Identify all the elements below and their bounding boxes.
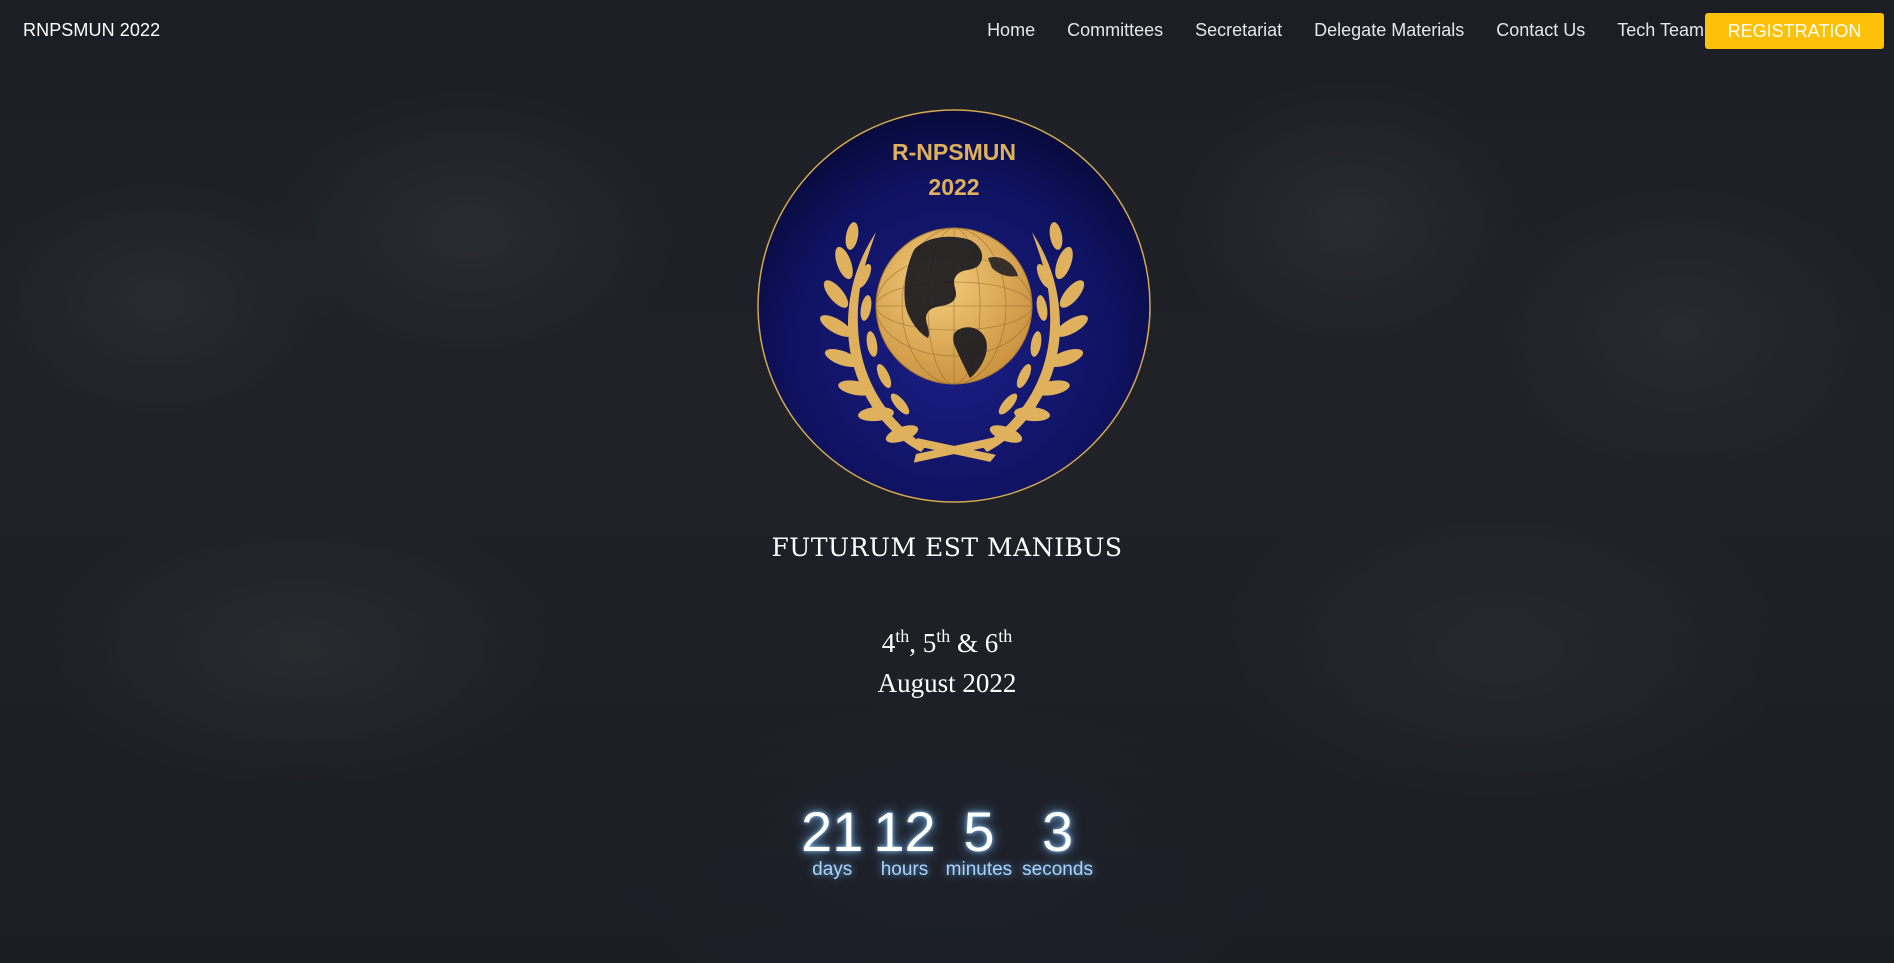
date-days: 4th, 5th & 6th (0, 623, 1894, 663)
nav-home[interactable]: Home (987, 20, 1035, 41)
countdown-timer: 21 days 12 hours 5 minutes 3 seconds (0, 802, 1894, 880)
countdown-minutes-value: 5 (963, 800, 995, 863)
conference-logo: R-NPSMUN 2022 (756, 108, 1152, 504)
countdown-hours: 12 hours (873, 802, 935, 880)
countdown-seconds: 3 seconds (1022, 802, 1093, 880)
motto-text: FUTURUM EST MANIBUS (771, 533, 1123, 562)
date-suffix-1: th (895, 626, 910, 646)
countdown-minutes-label: minutes (945, 859, 1013, 880)
nav-tech-team[interactable]: Tech Team (1617, 20, 1704, 41)
date-month-year: August 2022 (877, 668, 1017, 698)
nav-contact-us[interactable]: Contact Us (1496, 20, 1585, 41)
countdown-days: 21 days (801, 802, 863, 880)
date-day-1: 4 (881, 628, 896, 658)
countdown-seconds-value: 3 (1041, 800, 1074, 863)
logo-title: R-NPSMUN (892, 139, 1016, 165)
countdown-hours-value: 12 (873, 800, 936, 863)
navbar: RNPSMUN 2022 Home Committees Secretariat… (0, 0, 1894, 62)
nav-delegate-materials[interactable]: Delegate Materials (1314, 20, 1464, 41)
nav-secretariat[interactable]: Secretariat (1195, 20, 1282, 41)
date-sep-1: , (909, 628, 923, 658)
registration-button[interactable]: REGISTRATION (1705, 13, 1884, 49)
countdown-minutes: 5 minutes (946, 802, 1013, 880)
logo-year: 2022 (928, 174, 979, 200)
countdown-seconds-label: seconds (1022, 859, 1093, 880)
date-day-3: 6 (984, 628, 999, 658)
countdown-days-label: days (812, 859, 853, 880)
date-sep-2: & (950, 628, 985, 658)
brand-link[interactable]: RNPSMUN 2022 (23, 20, 160, 41)
countdown-hours-label: hours (880, 859, 929, 880)
date-suffix-2: th (936, 626, 951, 646)
logo-svg: R-NPSMUN 2022 (757, 109, 1151, 503)
countdown-days-value: 21 (801, 800, 864, 863)
conference-dates: 4th, 5th & 6th August 2022 (0, 623, 1894, 703)
nav-committees[interactable]: Committees (1067, 20, 1163, 41)
nav-links: Home Committees Secretariat Delegate Mat… (955, 20, 1704, 41)
date-day-2: 5 (922, 628, 937, 658)
date-suffix-3: th (998, 626, 1013, 646)
